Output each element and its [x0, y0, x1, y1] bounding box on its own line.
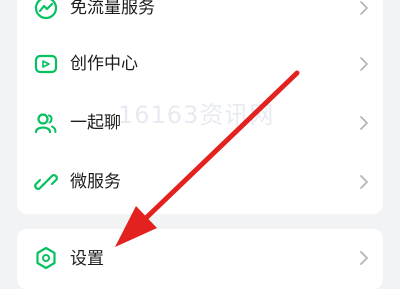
red-arrow-annotation: [115, 70, 300, 247]
